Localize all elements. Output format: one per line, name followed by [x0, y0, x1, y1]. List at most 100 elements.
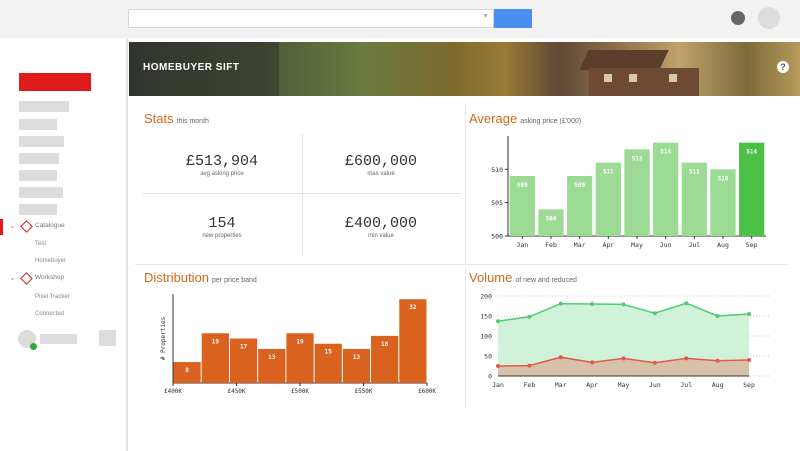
- help-icon[interactable]: ?: [777, 61, 789, 73]
- x-tick-label: £600K: [418, 388, 436, 395]
- x-tick-label: Aug: [712, 381, 724, 389]
- stat-label: max value: [367, 171, 395, 177]
- x-tick-label: £400K: [164, 388, 182, 395]
- data-point: [747, 358, 751, 362]
- sidebar-item-placeholder[interactable]: [19, 101, 69, 112]
- stat-max-value: £600,000 max value: [302, 153, 460, 177]
- app-logo[interactable]: [19, 73, 91, 91]
- sidebar-group-label: Workshop: [35, 274, 65, 281]
- volume-title: Volume: [469, 270, 513, 285]
- data-point: [558, 355, 563, 360]
- user-menu-button[interactable]: [99, 330, 116, 346]
- sidebar-item-homebuyer[interactable]: Homebuyer: [35, 258, 66, 264]
- stat-value: £400,000: [344, 215, 417, 232]
- stat-label: min value: [368, 233, 394, 239]
- data-point: [684, 356, 689, 361]
- distribution-title: Distribution: [144, 270, 210, 285]
- data-label: 13: [268, 354, 276, 361]
- x-tick-label: £500K: [291, 388, 309, 395]
- search-button[interactable]: [494, 9, 532, 28]
- data-label: 19: [296, 338, 304, 345]
- x-tick-label: Feb: [545, 241, 557, 249]
- data-label: 509: [517, 182, 528, 189]
- data-point: [621, 356, 626, 361]
- data-point: [590, 302, 595, 306]
- sidebar: ⌄ Catalogue Test Homebuyer ⌄ Workshop Pi…: [0, 38, 128, 451]
- y-tick-label: 50: [484, 353, 492, 361]
- sidebar-group-workshop[interactable]: ⌄ Workshop: [0, 271, 128, 287]
- sidebar-item-placeholder[interactable]: [19, 204, 57, 215]
- data-label: 504: [546, 215, 557, 222]
- sidebar-item-connected[interactable]: Connected: [35, 311, 64, 317]
- data-label: 15: [325, 349, 333, 356]
- data-point: [558, 301, 563, 306]
- sidebar-item-placeholder[interactable]: [19, 187, 63, 198]
- average-panel-title: Average asking price (£'000): [469, 111, 581, 126]
- data-point: [715, 314, 720, 318]
- workshop-icon: [20, 272, 33, 285]
- x-tick-label: Sep: [743, 381, 755, 389]
- data-point: [590, 360, 595, 365]
- data-label: 511: [689, 169, 700, 176]
- y-axis-label: # Properties: [160, 316, 167, 360]
- average-title: Average: [469, 111, 518, 126]
- data-point: [621, 302, 626, 307]
- profile-avatar[interactable]: [758, 7, 780, 29]
- stat-value: 154: [208, 215, 236, 232]
- data-label: 13: [353, 354, 361, 361]
- bar: [538, 209, 564, 236]
- stats-panel-title: Stats this month: [144, 111, 209, 126]
- sidebar-item-test[interactable]: Test: [35, 241, 46, 247]
- sidebar-item-placeholder[interactable]: [19, 153, 59, 164]
- data-point: [496, 319, 500, 324]
- sidebar-item-placeholder[interactable]: [19, 170, 57, 181]
- data-point: [747, 312, 751, 316]
- y-tick-label: 0: [488, 373, 492, 381]
- data-label: 8: [185, 367, 189, 374]
- x-tick-label: Jan: [492, 381, 504, 389]
- data-label: 510: [718, 175, 729, 182]
- data-point: [652, 360, 657, 365]
- x-tick-label: May: [618, 381, 630, 389]
- sidebar-item-placeholder[interactable]: [19, 119, 57, 130]
- x-tick-label: Sep: [746, 241, 758, 249]
- data-point: [715, 358, 720, 363]
- average-subtitle: asking price (£'000): [520, 118, 582, 125]
- x-tick-label: Jan: [516, 241, 528, 249]
- sidebar-item-pixel-tracker[interactable]: Pixel Tracker: [35, 294, 70, 300]
- search-input[interactable]: ▼: [128, 9, 494, 28]
- data-label: 18: [381, 341, 389, 348]
- y-tick-label: 500: [491, 233, 503, 241]
- data-point: [496, 364, 500, 368]
- distribution-panel-title: Distribution per price band: [144, 270, 257, 285]
- stat-avg-asking-price: £513,904 avg asking price: [143, 153, 301, 177]
- x-tick-label: Jun: [649, 381, 661, 389]
- search-dropdown-icon[interactable]: ▼: [482, 13, 489, 20]
- stat-min-value: £400,000 min value: [302, 215, 460, 239]
- stat-new-properties: 154 new properties: [143, 215, 301, 239]
- average-bar-chart: 500 505 510 509 Jan 504 Feb 509 Mar 511 Apr 513 May 5…: [491, 136, 766, 249]
- x-tick-label: Mar: [574, 241, 586, 249]
- y-tick-label: 510: [491, 166, 503, 174]
- stat-label: new properties: [202, 233, 242, 239]
- data-label: 514: [660, 149, 671, 156]
- data-label: 514: [746, 149, 757, 156]
- page-title: HOMEBUYER SIFT: [143, 62, 240, 73]
- y-tick-label: 150: [480, 313, 492, 321]
- sidebar-item-placeholder[interactable]: [19, 136, 64, 147]
- data-label: 32: [409, 304, 417, 311]
- y-tick-label: 505: [491, 199, 503, 207]
- house-image: [579, 50, 669, 70]
- chevron-down-icon[interactable]: ⌄: [9, 221, 16, 230]
- chevron-down-icon[interactable]: ⌄: [9, 273, 16, 282]
- notification-icon[interactable]: [731, 11, 745, 25]
- distribution-subtitle: per price band: [212, 277, 257, 284]
- stat-label: avg asking price: [200, 171, 244, 177]
- data-label: 19: [212, 338, 220, 345]
- volume-area-chart: 0 50 100 150 200 Jan Feb Mar Apr May Jun Jul Aug Sep: [480, 293, 769, 389]
- sidebar-group-catalogue[interactable]: ⌄ Catalogue: [0, 219, 128, 235]
- x-tick-label: £450K: [227, 388, 245, 395]
- volume-panel-title: Volume of new and reduced: [469, 270, 577, 285]
- volume-subtitle: of new and reduced: [515, 277, 577, 284]
- stat-value: £600,000: [344, 153, 417, 170]
